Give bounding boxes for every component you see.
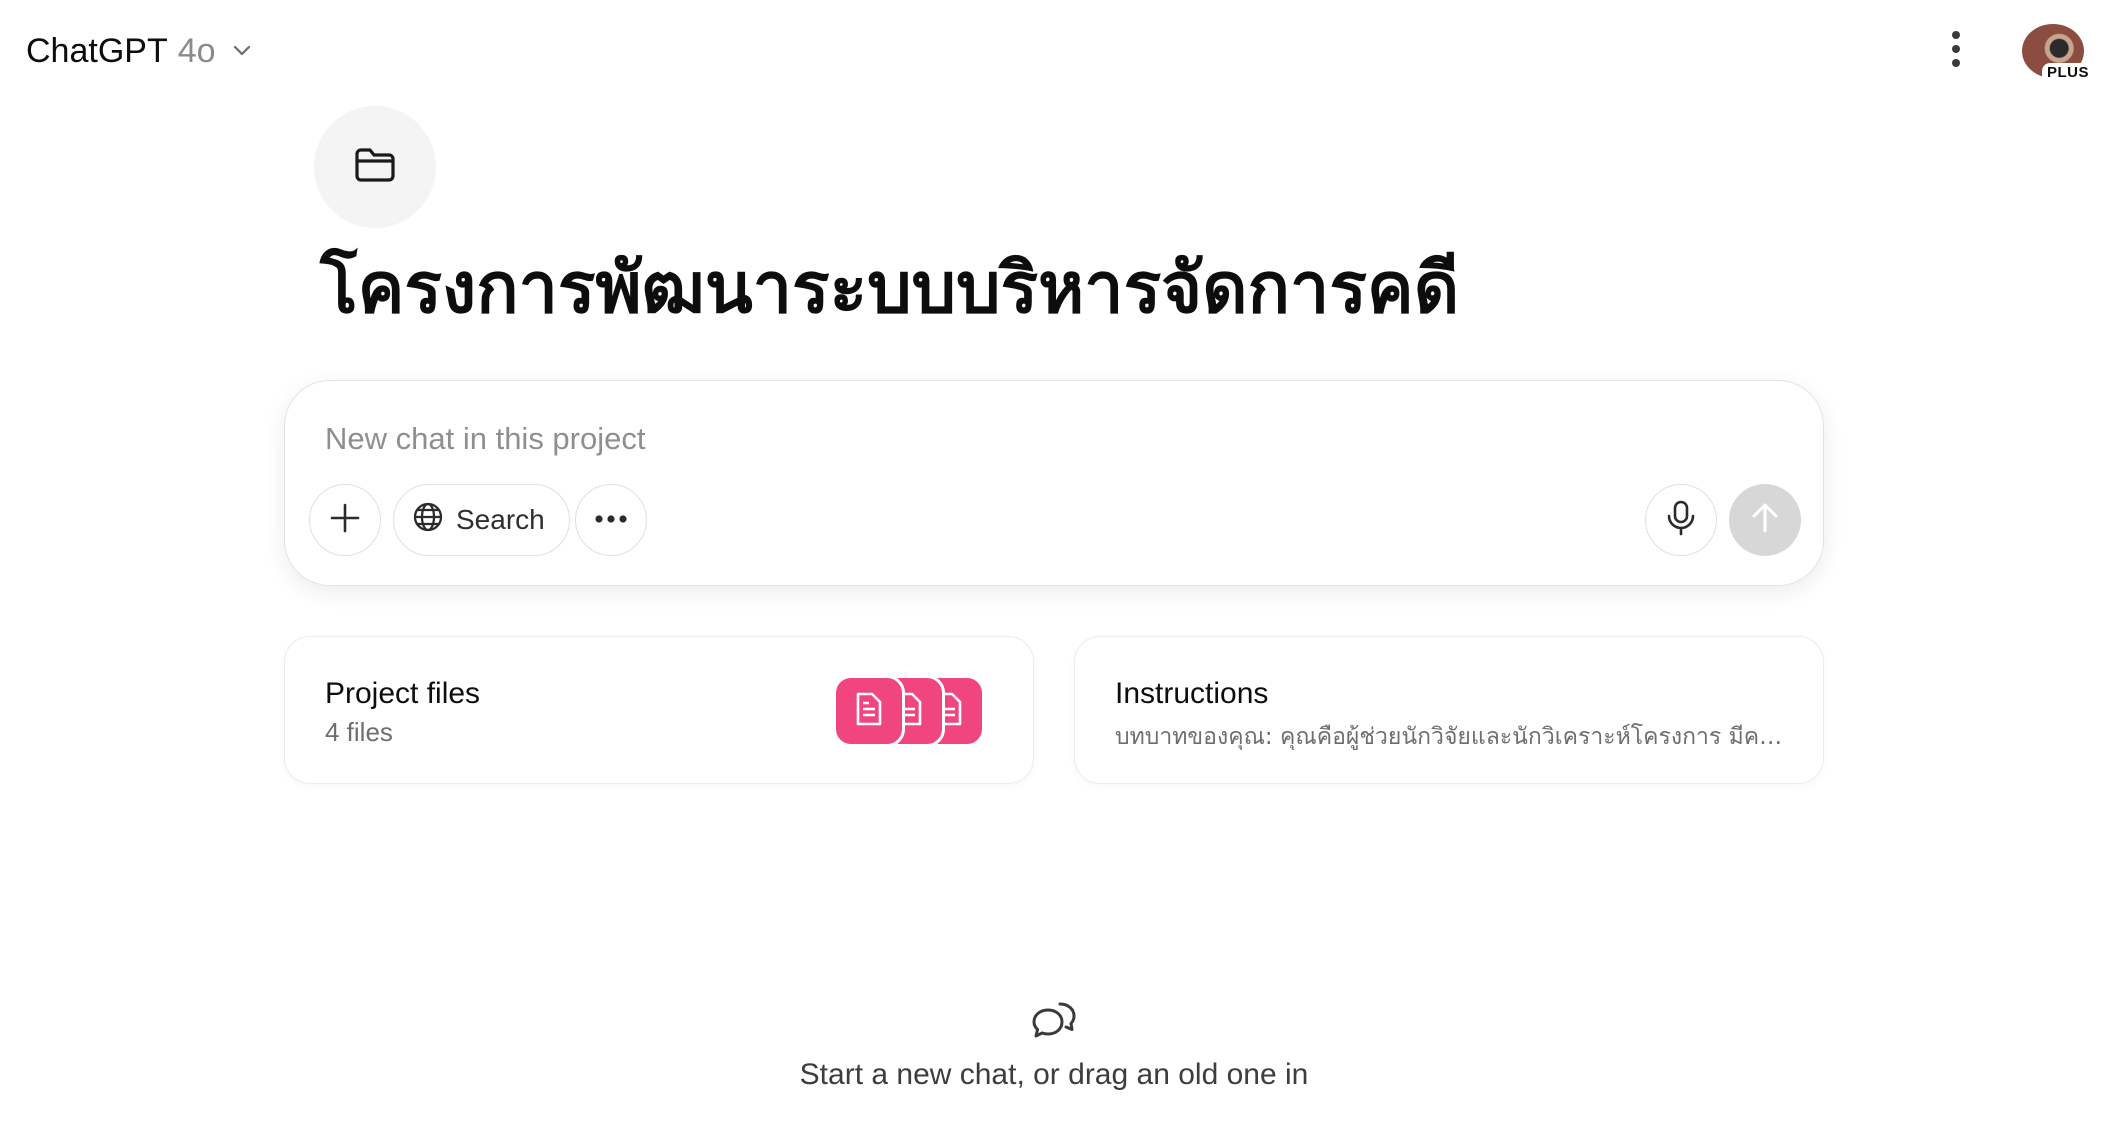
add-attachment-button[interactable] — [309, 484, 381, 556]
plus-badge: PLUS — [2041, 63, 2094, 82]
document-icon — [854, 691, 884, 732]
project-files-card[interactable]: Project files 4 files — [284, 636, 1034, 784]
microphone-icon — [1666, 500, 1696, 541]
project-files-title: Project files — [325, 677, 481, 710]
file-chip — [833, 675, 905, 747]
top-bar: ChatGPT 4o PLUS — [0, 0, 2108, 100]
more-tools-button[interactable] — [575, 484, 647, 556]
send-button[interactable] — [1729, 484, 1801, 556]
chat-bubbles-icon — [1030, 996, 1078, 1040]
chevron-down-icon — [226, 32, 254, 71]
search-button-label: Search — [456, 504, 545, 535]
search-button[interactable]: Search — [393, 484, 570, 556]
folder-icon — [353, 146, 397, 189]
instructions-title: Instructions — [1115, 677, 1269, 710]
empty-state-text: Start a new chat, or drag an old one in — [799, 1058, 1309, 1091]
plus-icon — [328, 501, 362, 540]
model-name: 4o — [177, 31, 216, 70]
more-options-button[interactable] — [1936, 26, 1976, 76]
globe-icon — [412, 501, 444, 540]
model-switcher[interactable]: ChatGPT 4o — [26, 26, 254, 76]
instructions-preview: บทบาทของคุณ: คุณคือผู้ช่วยนักวิจัยและนัก… — [1115, 724, 1785, 750]
account-avatar-button[interactable]: PLUS — [2020, 24, 2094, 82]
composer: Search — [284, 380, 1824, 586]
kebab-vertical-icon — [1950, 29, 1962, 74]
project-icon-button[interactable] — [314, 106, 436, 228]
voice-input-button[interactable] — [1645, 484, 1717, 556]
file-stack — [833, 675, 993, 747]
project-title: โครงการพัฒนาระบบบริหารจัดการคดี — [320, 247, 1460, 329]
prompt-input[interactable] — [323, 411, 1723, 467]
ellipsis-icon — [594, 511, 628, 529]
app-name: ChatGPT — [26, 31, 168, 70]
instructions-card[interactable]: Instructions บทบาทของคุณ: คุณคือผู้ช่วยน… — [1074, 636, 1824, 784]
arrow-up-icon — [1750, 502, 1780, 539]
